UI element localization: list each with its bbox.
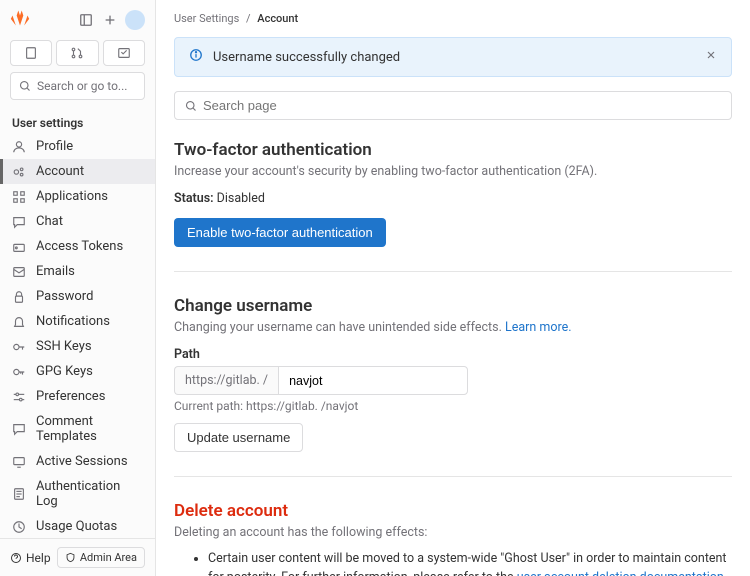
sidebar-item-password[interactable]: Password: [0, 284, 155, 309]
path-prefix: https://gitlab. /: [174, 366, 278, 395]
monitor-icon: [12, 455, 26, 469]
help-icon: [10, 552, 22, 564]
bell-icon: [12, 315, 26, 329]
sidebar-item-ssh-keys[interactable]: SSH Keys: [0, 334, 155, 359]
panel-icon[interactable]: [77, 11, 95, 29]
sidebar-item-emails[interactable]: Emails: [0, 259, 155, 284]
quota-icon: [12, 520, 26, 534]
sidebar-item-access-tokens[interactable]: Access Tokens: [0, 234, 155, 259]
tfa-title: Two-factor authentication: [174, 140, 732, 160]
plus-icon[interactable]: [101, 11, 119, 29]
admin-area-button[interactable]: Admin Area: [57, 547, 145, 568]
admin-icon: [65, 552, 76, 563]
delete-account-intro: Deleting an account has the following ef…: [174, 525, 732, 540]
lock-icon: [12, 290, 26, 304]
tfa-status-value: Disabled: [217, 191, 265, 206]
log-icon: [12, 487, 26, 501]
issues-shortcut[interactable]: [10, 40, 52, 66]
email-icon: [12, 265, 26, 279]
close-icon[interactable]: [705, 49, 717, 65]
sidebar-item-usage-quotas[interactable]: Usage Quotas: [0, 514, 155, 538]
applications-icon: [12, 190, 26, 204]
search-icon: [19, 80, 31, 92]
delete-account-title: Delete account: [174, 501, 732, 521]
info-icon: [189, 48, 203, 66]
breadcrumb-current: Account: [257, 12, 298, 25]
search-page[interactable]: [174, 91, 732, 120]
gitlab-logo[interactable]: [10, 8, 30, 32]
sidebar-item-auth-log[interactable]: Authentication Log: [0, 474, 155, 514]
breadcrumb-parent[interactable]: User Settings: [174, 12, 239, 25]
account-icon: [12, 165, 26, 179]
tfa-status-label: Status:: [174, 191, 214, 206]
delete-effect-item: Certain user content will be moved to a …: [208, 550, 732, 576]
sidebar-item-gpg-keys[interactable]: GPG Keys: [0, 359, 155, 384]
success-alert: Username successfully changed: [174, 37, 732, 77]
change-username-desc: Changing your username can have unintend…: [174, 320, 505, 335]
help-link[interactable]: Help: [10, 551, 51, 565]
change-username-title: Change username: [174, 296, 732, 316]
sidebar-item-account[interactable]: Account: [0, 159, 155, 184]
avatar[interactable]: [125, 10, 145, 30]
sidebar-section-title: User settings: [0, 110, 155, 134]
sidebar-item-chat[interactable]: Chat: [0, 209, 155, 234]
profile-icon: [12, 140, 26, 154]
search-page-input[interactable]: [203, 98, 721, 113]
search-icon: [185, 100, 197, 112]
key-icon: [12, 365, 26, 379]
chat-icon: [12, 215, 26, 229]
sidebar-search[interactable]: Search or go to...: [10, 72, 145, 100]
sidebar-item-applications[interactable]: Applications: [0, 184, 155, 209]
sidebar-item-notifications[interactable]: Notifications: [0, 309, 155, 334]
sidebar-item-profile[interactable]: Profile: [0, 134, 155, 159]
learn-more-link[interactable]: Learn more.: [505, 320, 572, 335]
todos-shortcut[interactable]: [103, 40, 145, 66]
update-username-button[interactable]: Update username: [174, 423, 303, 452]
token-icon: [12, 240, 26, 254]
preferences-icon: [12, 390, 26, 404]
alert-message: Username successfully changed: [213, 50, 400, 65]
sidebar-search-placeholder: Search or go to...: [37, 79, 127, 93]
sidebar-item-active-sessions[interactable]: Active Sessions: [0, 449, 155, 474]
enable-tfa-button[interactable]: Enable two-factor authentication: [174, 218, 386, 247]
key-icon: [12, 340, 26, 354]
path-label: Path: [174, 347, 732, 362]
username-input[interactable]: [278, 366, 468, 395]
breadcrumb: User Settings / Account: [174, 0, 732, 37]
sidebar-item-comment-templates[interactable]: Comment Templates: [0, 409, 155, 449]
tfa-desc: Increase your account's security by enab…: [174, 164, 732, 179]
merge-requests-shortcut[interactable]: [56, 40, 98, 66]
sidebar-item-preferences[interactable]: Preferences: [0, 384, 155, 409]
comment-icon: [12, 422, 26, 436]
deletion-docs-link[interactable]: user account deletion documentation.: [517, 570, 727, 576]
current-path: Current path: https://gitlab. /navjot: [174, 399, 732, 413]
